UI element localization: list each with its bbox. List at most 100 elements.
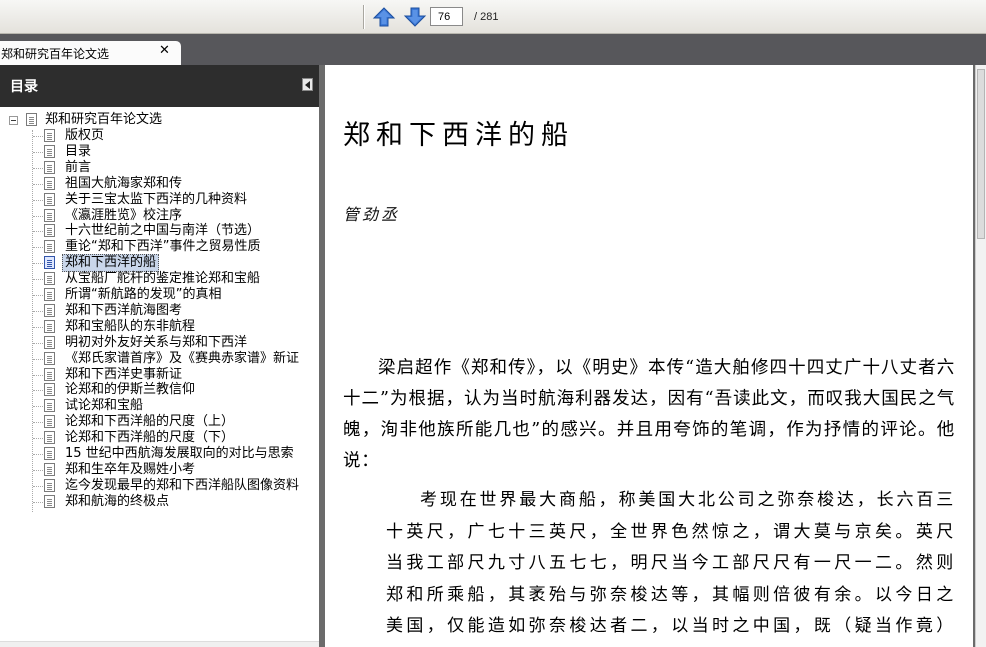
tree-item[interactable]: 论郑和的伊斯兰教信仰: [0, 382, 319, 398]
tree-item-label: 版权页: [65, 128, 105, 143]
tree-item[interactable]: 从宝船厂舵杆的鉴定推论郑和宝船: [0, 271, 319, 287]
previous-page-button[interactable]: [372, 6, 396, 28]
tree-connector-line: [33, 438, 43, 440]
tree-connector-line: [33, 310, 43, 312]
bookmark-tree: 郑和研究百年论文选 版权页 目录 前言 祖国大航海家郑和传 关于三宝太监下西洋的几种资料…: [0, 110, 319, 647]
tree-item-label: 论郑和的伊斯兰教信仰: [65, 382, 196, 398]
page-icon: [44, 431, 55, 445]
collapse-sidebar-button[interactable]: [302, 78, 313, 91]
page-icon: [44, 129, 55, 142]
page-icon: [44, 288, 55, 301]
page-icon: [44, 160, 55, 174]
article-author: 管劲丞: [343, 205, 401, 224]
page-icon: [44, 351, 55, 365]
sidebar-horizontal-scrollbar[interactable]: [0, 641, 319, 647]
tree-item[interactable]: 试论郑和宝船: [0, 398, 319, 414]
tree-item[interactable]: 郑和下西洋航海图考: [0, 303, 319, 319]
tree-connector-line: [33, 247, 43, 249]
close-tab-icon[interactable]: ✕: [159, 43, 170, 58]
page-icon: [44, 303, 55, 317]
tree-item-label: 《郑氏家谱首序》及《赛典赤家谱》新证: [65, 350, 300, 366]
tree-item-label: 郑和宝船队的东非航程: [65, 318, 196, 334]
sidebar-title: 目录: [10, 79, 38, 95]
arrow-down-icon: [403, 7, 427, 27]
tree-item-label: 郑和航海的终极点: [65, 493, 170, 509]
tree-root-node[interactable]: 郑和研究百年论文选: [9, 112, 309, 128]
tree-item[interactable]: 目录: [0, 144, 319, 160]
tree-item[interactable]: 《瀛涯胜览》校注序: [0, 208, 319, 224]
tree-item[interactable]: 十六世纪前之中国与南洋（节选）: [0, 223, 319, 239]
tree-connector-line: [33, 501, 43, 503]
document-page: 郑和下西洋的船 管劲丞 梁启超作《郑和传》，以《明史》本传“造大舶修四十四丈广十…: [325, 65, 973, 647]
tree-connector-line: [33, 406, 43, 408]
page-icon: [44, 272, 55, 286]
page-icon: [44, 447, 55, 460]
page-icon: [44, 399, 55, 413]
tree-item-label: 郑和下西洋航海图考: [65, 302, 183, 318]
tree-item[interactable]: 版权页: [0, 128, 319, 144]
tree-item[interactable]: 郑和航海的终极点: [0, 494, 319, 510]
tree-connector-line: [33, 199, 43, 201]
tree-item[interactable]: 论郑和下西洋船的尺度（下）: [0, 430, 319, 446]
tree-connector-line: [33, 183, 43, 185]
next-page-button[interactable]: [403, 6, 427, 28]
tree-connector-line: [33, 215, 43, 217]
tree-item-label: 关于三宝太监下西洋的几种资料: [65, 191, 248, 207]
document-tab[interactable]: 郑和研究百年论文选 ✕: [0, 41, 181, 65]
page-number-input[interactable]: [430, 7, 463, 26]
document-vertical-scrollbar[interactable]: [975, 65, 986, 647]
tree-connector-line: [33, 454, 43, 455]
tree-connector-line: [33, 358, 43, 360]
tree-item[interactable]: 关于三宝太监下西洋的几种资料: [0, 192, 319, 208]
page-icon: [44, 240, 55, 254]
tab-bar: 郑和研究百年论文选 ✕: [0, 34, 986, 65]
page-icon: [44, 415, 55, 429]
tree-item[interactable]: 15 世纪中西航海发展取向的对比与思索: [0, 446, 319, 462]
tree-item-label: 十六世纪前之中国与南洋（节选）: [65, 223, 261, 239]
tree-connector-line: [33, 151, 43, 153]
tree-item[interactable]: 明初对外友好关系与郑和下西洋: [0, 335, 319, 351]
tree-root-label: 郑和研究百年论文选: [45, 112, 163, 127]
tree-item[interactable]: 郑和生卒年及赐姓小考: [0, 462, 319, 478]
page-icon: [44, 144, 55, 158]
tree-item-label: 所谓“新航路的发现”的真相: [65, 287, 222, 302]
toolbar-separator: [363, 5, 365, 29]
tree-item[interactable]: 论郑和下西洋船的尺度（上）: [0, 414, 319, 430]
tree-item[interactable]: 郑和下西洋的船: [0, 254, 319, 273]
tree-item-label: 前言: [65, 159, 92, 175]
tree-item-label: 郑和生卒年及赐姓小考: [65, 461, 196, 477]
tree-item-label: 论郑和下西洋船的尺度（下）: [65, 430, 235, 446]
tree-connector-line: [33, 167, 43, 169]
tree-item[interactable]: 前言: [0, 160, 319, 176]
tree-item[interactable]: 迄今发现最早的郑和下西洋船队图像资料: [0, 478, 319, 494]
collapse-node-icon[interactable]: [9, 116, 18, 125]
tree-connector-line: [33, 469, 43, 471]
tree-item[interactable]: 《郑氏家谱首序》及《赛典赤家谱》新证: [0, 351, 319, 367]
tree-item-label: 论郑和下西洋船的尺度（上）: [65, 414, 235, 430]
article-title: 郑和下西洋的船: [343, 120, 574, 151]
page-icon: [44, 224, 55, 238]
page-icon: [44, 367, 55, 381]
tree-item[interactable]: 所谓“新航路的发现”的真相: [0, 287, 319, 303]
page-icon: [44, 383, 55, 397]
tree-connector-line: [33, 485, 43, 487]
tree-connector-line: [33, 374, 43, 376]
tree-item[interactable]: 重论“郑和下西洋”事件之贸易性质: [0, 239, 319, 255]
tree-connector-line: [33, 279, 43, 281]
tree-connector-line: [33, 231, 43, 233]
page-icon: [44, 335, 55, 349]
tree-item[interactable]: 郑和下西洋史事新证: [0, 367, 319, 383]
document-icon: [26, 113, 37, 126]
page-icon: [44, 462, 55, 476]
tree-item-label: 《瀛涯胜览》校注序: [65, 207, 183, 223]
tree-item-label: 迄今发现最早的郑和下西洋船队图像资料: [65, 477, 300, 493]
bookmark-sidebar: 目录 郑和研究百年论文选 版权页 目录 前言 祖国大航海家郑和传 关于三宝太监下西洋的几…: [0, 65, 322, 647]
tree-item[interactable]: 郑和宝船队的东非航程: [0, 319, 319, 335]
tree-connector-line: [33, 263, 43, 265]
tree-item[interactable]: 祖国大航海家郑和传: [0, 176, 319, 192]
arrow-up-icon: [372, 7, 396, 27]
scrollbar-thumb[interactable]: [977, 69, 985, 239]
tree-item-label: 15 世纪中西航海发展取向的对比与思索: [65, 446, 294, 461]
page-icon: [44, 478, 55, 492]
toolbar: / 281: [0, 0, 986, 34]
